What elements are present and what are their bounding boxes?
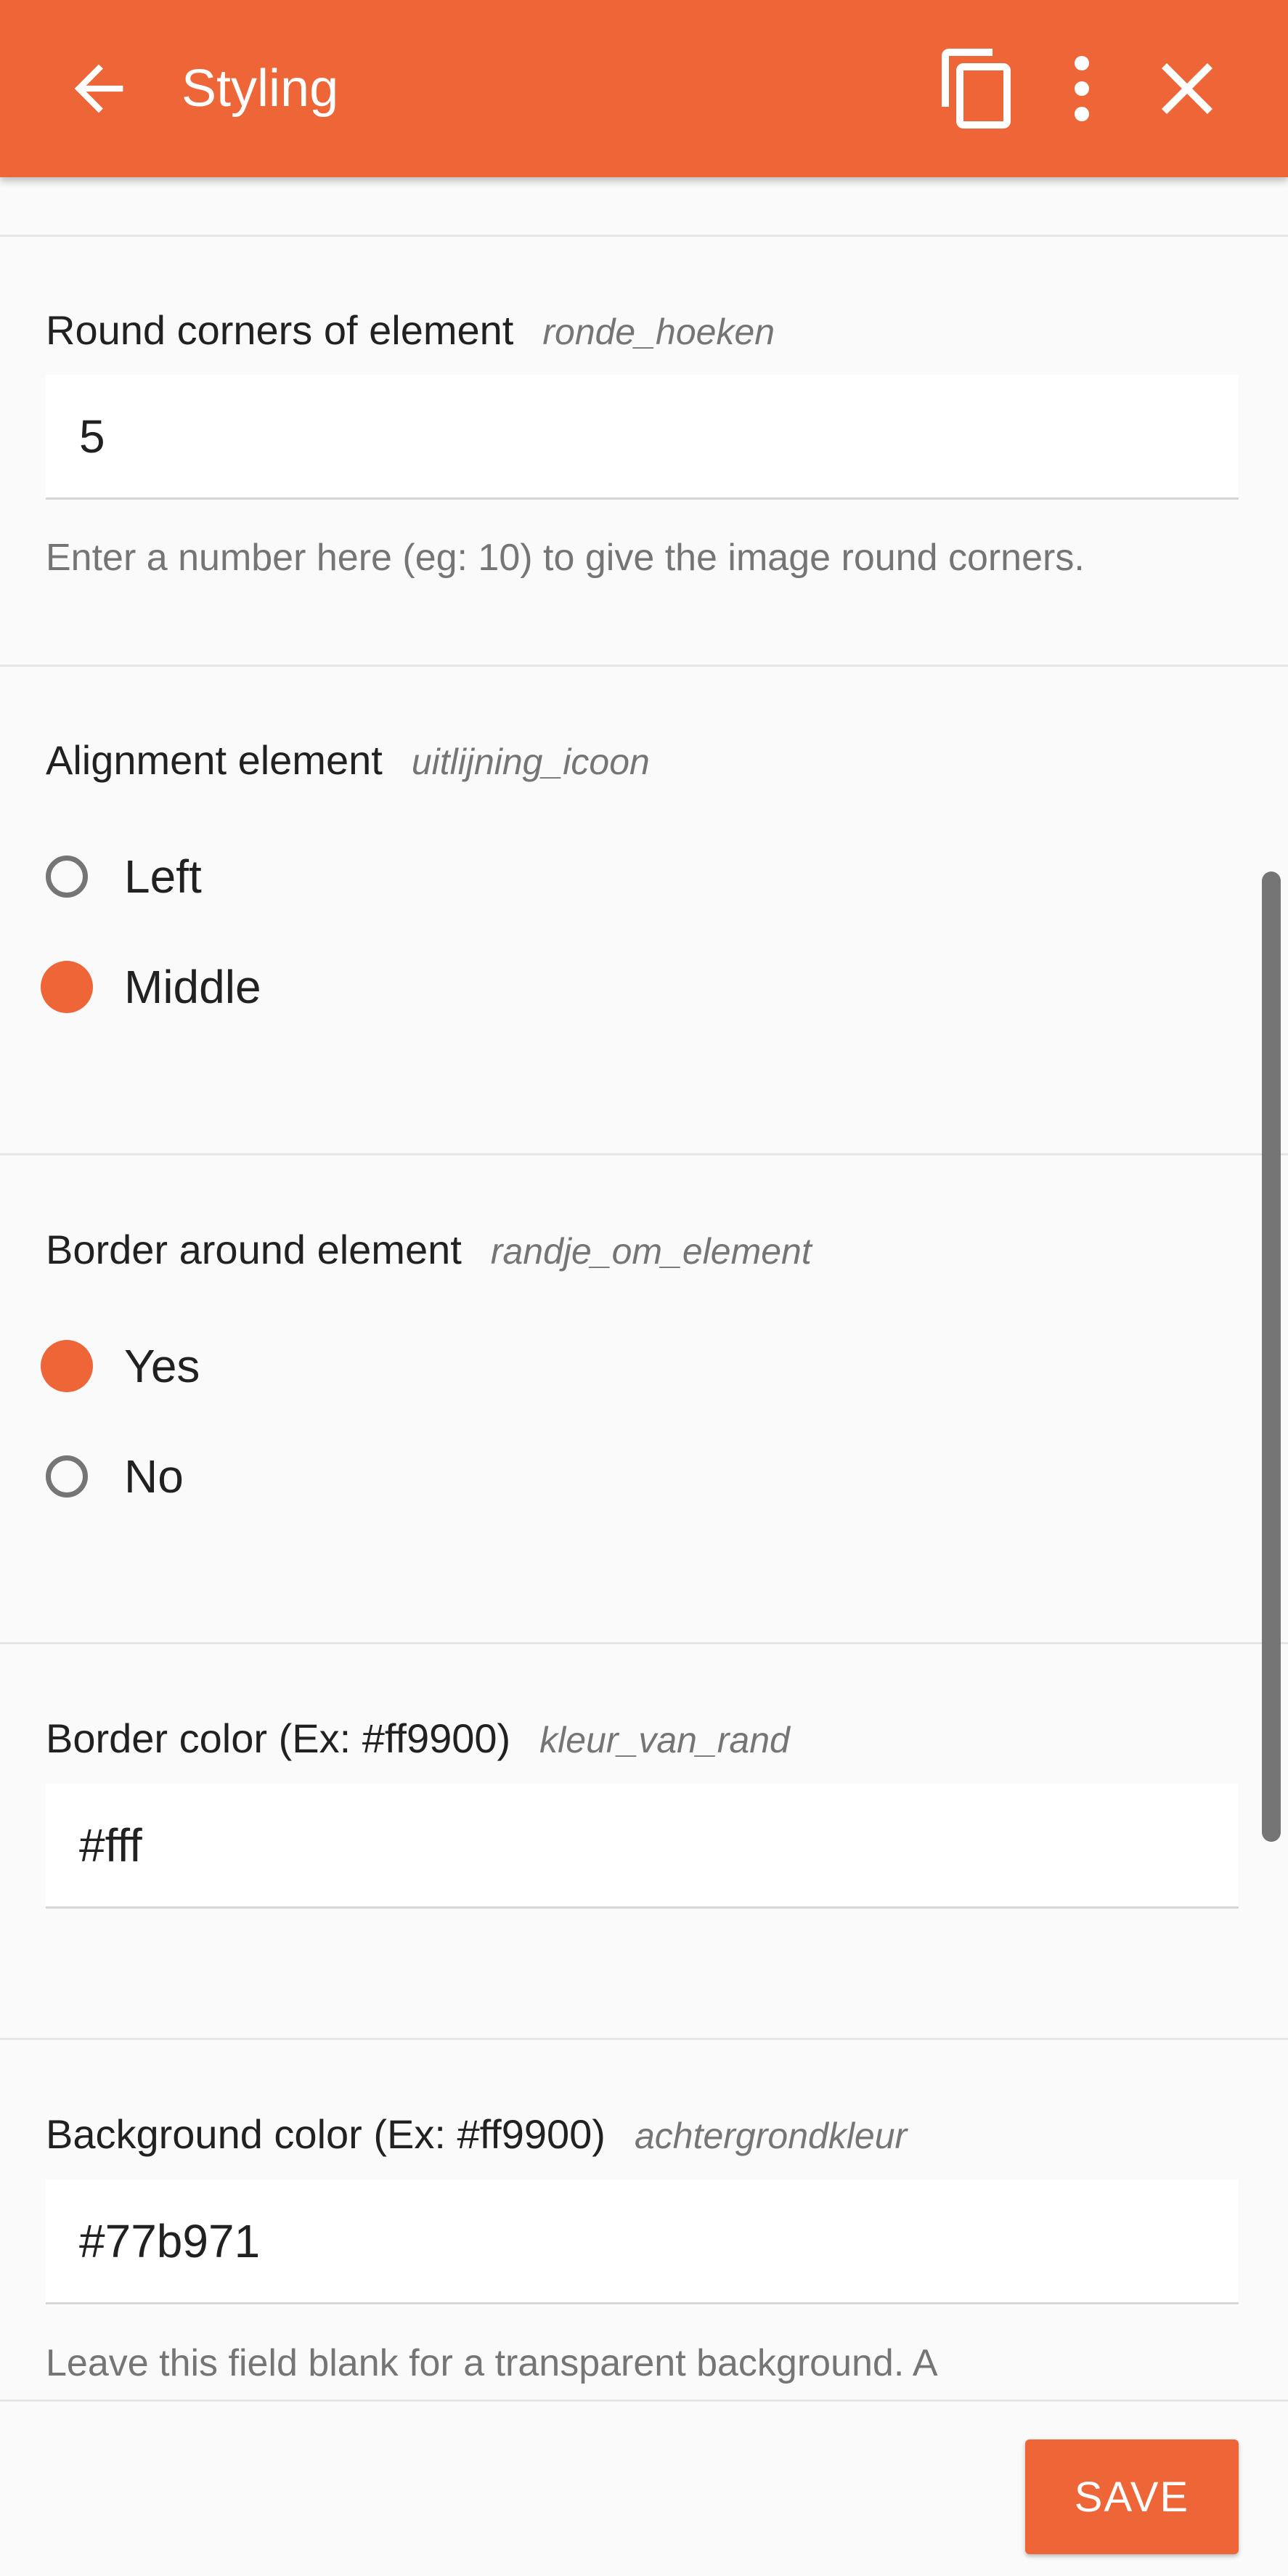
scrollbar[interactable]	[1262, 871, 1281, 1842]
border-label: Border around element randje_om_element	[46, 1226, 812, 1273]
alignment-key: uitlijning_icoon	[411, 741, 650, 782]
round-corners-input[interactable]	[46, 375, 1239, 497]
page-title: Styling	[182, 60, 339, 118]
radio-unchecked-icon	[46, 856, 88, 898]
divider	[0, 665, 1288, 667]
radio-label: Left	[124, 850, 202, 903]
round-corners-field[interactable]	[46, 375, 1239, 500]
radio-unchecked-icon	[46, 1455, 88, 1498]
more-options-button[interactable]	[1038, 45, 1125, 132]
copy-button[interactable]	[934, 45, 1022, 132]
save-button[interactable]: SAVE	[1025, 2439, 1239, 2554]
border-label-text: Border around element	[46, 1227, 462, 1272]
radio-label: Yes	[124, 1340, 200, 1392]
background-color-label-text: Background color (Ex: #ff9900)	[46, 2111, 606, 2157]
border-color-key: kleur_van_rand	[539, 1720, 790, 1760]
radio-checked-icon	[41, 961, 93, 1013]
alignment-label: Alignment element uitlijning_icoon	[46, 736, 650, 784]
settings-form: Round corners of element ronde_hoeken Ent…	[0, 177, 1288, 2400]
divider	[0, 235, 1288, 237]
app-bar: Styling	[0, 0, 1288, 177]
border-color-label-text: Border color (Ex: #ff9900)	[46, 1715, 511, 1761]
background-color-key: achtergrondkleur	[634, 2116, 908, 2156]
bottom-action-bar: SAVE	[0, 2400, 1288, 2576]
radio-label: No	[124, 1450, 184, 1503]
divider	[0, 1642, 1288, 1644]
divider	[0, 2038, 1288, 2040]
alignment-label-text: Alignment element	[46, 737, 383, 783]
round-corners-hint: Enter a number here (eg: 10) to give the…	[46, 537, 1085, 579]
radio-label: Middle	[124, 961, 261, 1013]
background-color-input[interactable]	[46, 2179, 1239, 2302]
border-option-yes[interactable]: Yes	[41, 1330, 200, 1402]
close-icon	[1162, 63, 1212, 114]
close-button[interactable]	[1144, 45, 1231, 132]
round-corners-label-text: Round corners of element	[46, 307, 514, 353]
border-key: randje_om_element	[490, 1231, 812, 1272]
back-button[interactable]	[62, 52, 135, 125]
border-color-field[interactable]	[46, 1784, 1239, 1909]
round-corners-label: Round corners of element ronde_hoeken	[46, 306, 775, 354]
border-color-label: Border color (Ex: #ff9900) kleur_van_rand	[46, 1715, 790, 1762]
background-color-field[interactable]	[46, 2179, 1239, 2304]
background-color-hint: Leave this field blank for a transparent…	[46, 2342, 938, 2384]
alignment-option-left[interactable]: Left	[46, 840, 202, 913]
background-color-label: Background color (Ex: #ff9900) achtergron…	[46, 2110, 907, 2158]
more-vertical-icon	[1075, 56, 1089, 121]
border-option-no[interactable]: No	[46, 1440, 184, 1513]
arrow-left-icon	[74, 64, 123, 113]
divider	[0, 1153, 1288, 1155]
copy-icon	[942, 49, 1011, 129]
round-corners-key: ronde_hoeken	[542, 312, 775, 352]
border-color-input[interactable]	[46, 1784, 1239, 1906]
radio-checked-icon	[41, 1340, 93, 1392]
alignment-option-middle[interactable]: Middle	[41, 951, 261, 1023]
